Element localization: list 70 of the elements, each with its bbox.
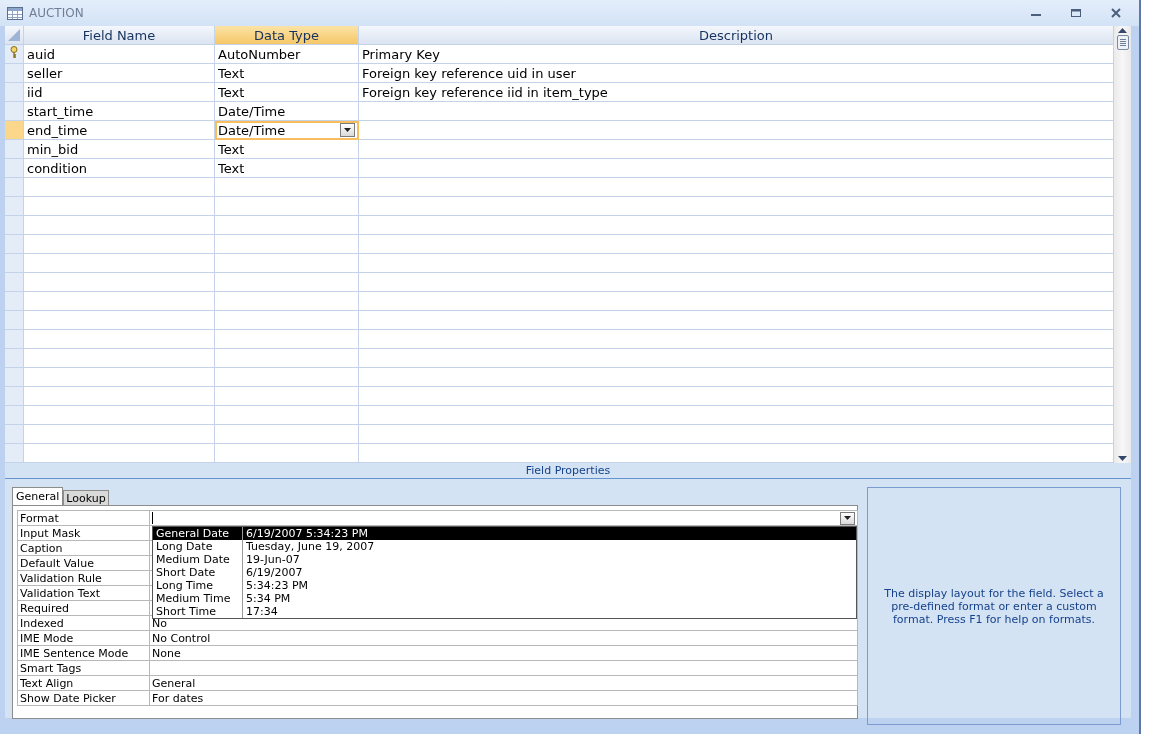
section-title: Field Properties xyxy=(525,464,611,477)
format-option[interactable]: Long Time xyxy=(153,579,243,592)
format-option[interactable]: Long Date xyxy=(153,540,243,553)
table-cell: start_time xyxy=(24,102,215,121)
table-cell: iid xyxy=(24,83,215,102)
help-text: The display layout for the field. Select a pre-defined format or enter a custom format. Press F1 for help on formats. xyxy=(883,586,1105,626)
column-header[interactable]: Data Type xyxy=(215,26,359,45)
format-example: Tuesday, June 19, 2007 xyxy=(245,540,376,553)
select-all-icon xyxy=(7,28,21,42)
table-cell: Text xyxy=(215,64,359,83)
format-option[interactable]: Medium Date xyxy=(153,553,243,566)
property-label: Smart Tags xyxy=(18,661,150,676)
table-cell: Text xyxy=(215,159,359,178)
table-cell: end_time xyxy=(24,121,215,140)
format-example: 6/19/2007 5:34:23 PM xyxy=(243,527,856,540)
table-icon xyxy=(7,6,23,20)
property-label: Input Mask xyxy=(18,526,150,541)
caret-icon xyxy=(344,128,351,132)
tab[interactable]: General xyxy=(12,487,64,505)
format-example: 5:34 PM xyxy=(245,592,292,605)
property-label: IME Mode xyxy=(18,631,150,646)
property-value[interactable]: None xyxy=(150,646,858,661)
property-value[interactable]: General xyxy=(150,676,858,691)
format-example: 6/19/2007 xyxy=(245,566,304,579)
table-cell: Text xyxy=(215,83,359,102)
table-cell: seller xyxy=(24,64,215,83)
dropdown-button[interactable] xyxy=(840,511,855,525)
window-title: AUCTION xyxy=(29,6,85,20)
property-label: Text Align xyxy=(18,676,150,691)
property-label: Caption xyxy=(18,541,150,556)
table-cell: Text xyxy=(215,140,359,159)
table-cell: Foreign key reference iid in item_type xyxy=(359,83,1114,102)
property-label: Required xyxy=(18,601,150,616)
format-option[interactable]: General Date xyxy=(153,527,243,540)
table-cell: Primary Key xyxy=(359,45,1114,64)
table-cell: AutoNumber xyxy=(215,45,359,64)
format-example: 19-Jun-07 xyxy=(245,553,301,566)
format-example: 5:34:23 PM xyxy=(245,579,310,592)
maximize-icon xyxy=(1070,8,1082,18)
property-label: Validation Rule xyxy=(18,571,150,586)
row-selector[interactable] xyxy=(5,45,24,64)
format-option[interactable]: Short Time xyxy=(153,605,243,618)
format-example: 17:34 xyxy=(245,605,279,618)
column-header[interactable]: Description xyxy=(359,26,1114,45)
property-label: Validation Text xyxy=(18,586,150,601)
property-label: Default Value xyxy=(18,556,150,571)
tab[interactable]: Lookup xyxy=(63,490,109,505)
scrollbar[interactable] xyxy=(1114,26,1131,463)
format-option[interactable]: Medium Time xyxy=(153,592,243,605)
table-cell: auid xyxy=(24,45,215,64)
table-cell: condition xyxy=(24,159,215,178)
dropdown-button[interactable] xyxy=(340,123,355,137)
format-option[interactable]: Short Date xyxy=(153,566,243,579)
property-value[interactable]: For dates xyxy=(150,691,858,706)
caret-icon xyxy=(844,516,851,520)
property-label: Format xyxy=(18,511,150,526)
property-value[interactable] xyxy=(150,661,858,676)
property-label: Show Date Picker xyxy=(18,691,150,706)
table-cell: min_bid xyxy=(24,140,215,159)
table-cell: Foreign key reference uid in user xyxy=(359,64,1114,83)
data-type-dropdown[interactable]: Date/Time xyxy=(215,121,359,140)
scroll-thumb[interactable] xyxy=(1116,35,1129,50)
property-label: Indexed xyxy=(18,616,150,631)
scroll-up-icon xyxy=(1118,28,1127,33)
table-cell: Date/Time xyxy=(215,102,359,121)
close-icon xyxy=(1110,8,1122,18)
property-value[interactable]: No Control xyxy=(150,631,858,646)
property-label: IME Sentence Mode xyxy=(18,646,150,661)
column-header[interactable]: Field Name xyxy=(24,26,215,45)
scroll-down-icon xyxy=(1118,456,1127,461)
